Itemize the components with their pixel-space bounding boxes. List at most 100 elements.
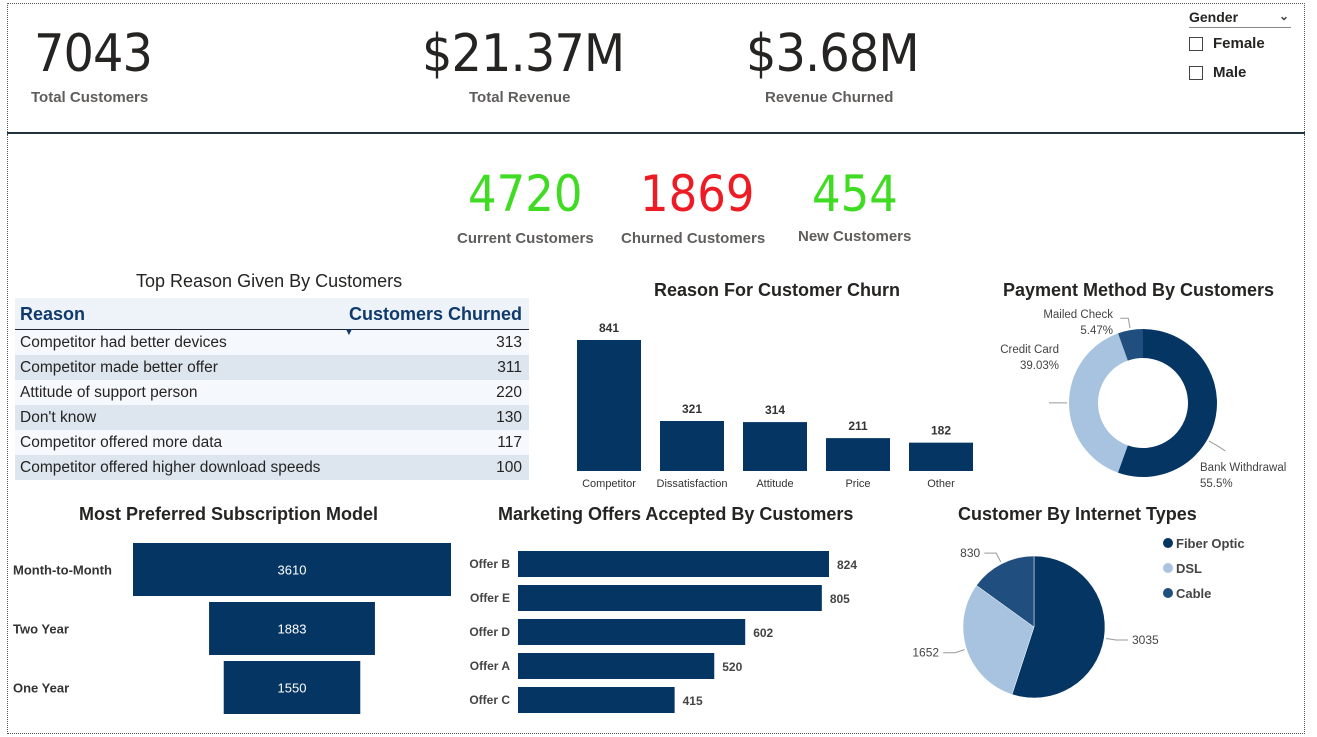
table-row: Competitor made better offer 311 [15, 355, 529, 380]
donut-slice-credit-card [1069, 333, 1128, 473]
slice-value-credit-card: 39.03% [1020, 360, 1059, 372]
category-label-offer-e: Offer E [470, 591, 510, 605]
bar-offer-b [518, 551, 829, 577]
churned-cell: 311 [337, 355, 529, 380]
total-customers-label: Total Customers [31, 89, 149, 106]
male-checkbox[interactable] [1189, 65, 1203, 80]
slice-label-credit-card: Credit Card [1000, 344, 1059, 356]
offers-bar-chart: Offer B 824 Offer E 805 Offer D 602 Offer A 520… [469, 551, 857, 713]
chevron-down-icon[interactable]: ⌄ [1279, 9, 1289, 23]
internet-chart-title: Customer By Internet Types [958, 504, 1197, 524]
legend-marker-dsl [1163, 563, 1173, 573]
top-reason-table: Reason Customers Churned ▼ Competitor ha… [15, 298, 529, 480]
churned-cell: 130 [337, 405, 529, 430]
legend-label-dsl: DSL [1176, 561, 1202, 576]
reason-cell: Competitor offered higher download speed… [15, 455, 338, 480]
table-row: Competitor offered higher download speed… [15, 455, 529, 480]
reason-cell: Don't know [15, 405, 338, 430]
churned-customers-label: Churned Customers [621, 230, 766, 247]
leader-line-dsl [943, 649, 965, 654]
bar-offer-d [518, 619, 746, 645]
female-option-label: Female [1213, 35, 1265, 52]
churn-reason-bar-chart: 841 Competitor 321 Dissatisfaction 314 Attitu… [577, 321, 973, 490]
top-reason-title: Top Reason Given By Customers [136, 271, 403, 291]
funnel-label-one-year: One Year [13, 681, 69, 696]
leader-line-fiber-optic [1106, 637, 1128, 641]
data-label-offer-e: 805 [830, 592, 850, 606]
table-row: Competitor offered more data 117 [15, 430, 529, 455]
reason-cell: Competitor had better devices [15, 329, 338, 355]
gender-slicer-header[interactable]: Gender ⌄ [1189, 9, 1291, 28]
slice-value-dsl: 1652 [912, 646, 939, 660]
churned-cell: 117 [337, 430, 529, 455]
legend-marker-cable [1163, 588, 1173, 598]
table-row: Competitor had better devices 313 [15, 329, 529, 355]
data-label-offer-b: 824 [837, 558, 857, 572]
bar-price [826, 438, 890, 471]
data-label-attitude: 314 [765, 403, 785, 417]
slice-label-mailed-check: Mailed Check [1043, 309, 1113, 321]
revenue-churned-label: Revenue Churned [765, 89, 894, 106]
payment-method-donut-chart: Bank Withdrawal 55.5% Credit Card 39.03% Mai… [1000, 309, 1286, 490]
funnel-label-month-to-month: Month-to-Month [13, 563, 112, 578]
data-label-competitor: 841 [599, 321, 619, 335]
slice-value-mailed-check: 5.47% [1080, 325, 1113, 337]
category-label-attitude: Attitude [756, 478, 793, 490]
churned-cell: 313 [337, 329, 529, 355]
category-label-offer-c: Offer C [469, 693, 510, 707]
data-label-other: 182 [931, 424, 951, 438]
gender-option-female[interactable]: Female [1189, 35, 1265, 52]
data-label-price: 211 [848, 419, 868, 433]
category-label-dissatisfaction: Dissatisfaction [657, 478, 728, 490]
slice-value-fiber-optic: 3035 [1132, 633, 1159, 647]
category-label-competitor: Competitor [582, 478, 636, 490]
offers-chart-title: Marketing Offers Accepted By Customers [498, 504, 854, 524]
table-row: Don't know 130 [15, 405, 529, 430]
gender-slicer-title: Gender [1189, 9, 1239, 25]
churned-cell: 100 [337, 455, 529, 480]
total-customers-value: 7043 [34, 24, 153, 84]
current-customers-value: 4720 [468, 165, 583, 223]
category-label-offer-d: Offer D [469, 625, 510, 639]
legend-label-cable: Cable [1176, 586, 1211, 601]
churn-reason-chart-title: Reason For Customer Churn [654, 280, 901, 300]
bar-attitude [743, 422, 807, 471]
legend-label-fiber-optic: Fiber Optic [1176, 536, 1245, 551]
leader-line-cable [984, 552, 1002, 563]
table-row: Attitude of support person 220 [15, 380, 529, 405]
data-label-dissatisfaction: 321 [682, 402, 702, 416]
category-label-other: Other [927, 478, 955, 490]
bar-offer-c [518, 687, 675, 713]
churned-column-header[interactable]: Customers Churned ▼ [337, 298, 529, 338]
payment-method-chart-title: Payment Method By Customers [1003, 280, 1275, 300]
new-customers-label: New Customers [798, 228, 912, 245]
reason-cell: Competitor made better offer [15, 355, 338, 380]
current-customers-label: Current Customers [457, 230, 594, 247]
gender-option-male[interactable]: Male [1189, 64, 1246, 81]
data-label-offer-d: 602 [753, 626, 773, 640]
kpi-panel [7, 3, 1305, 132]
female-checkbox[interactable] [1189, 36, 1203, 51]
reason-cell: Competitor offered more data [15, 430, 338, 455]
slice-label-bank-withdrawal: Bank Withdrawal [1200, 462, 1286, 474]
category-label-price: Price [845, 478, 870, 490]
bar-offer-a [518, 653, 715, 679]
revenue-churned-value: $3.68M [746, 24, 920, 84]
churned-cell: 220 [337, 380, 529, 405]
leader-line-bank-withdrawal [1208, 440, 1226, 452]
reason-column-header[interactable]: Reason [15, 298, 338, 330]
subscription-funnel-chart: 3610 Month-to-Month 1883 Two Year 1550 One Ye… [13, 543, 451, 714]
funnel-label-two-year: Two Year [13, 622, 69, 637]
slice-value-cable: 830 [960, 546, 980, 560]
subscription-chart-title: Most Preferred Subscription Model [79, 504, 379, 524]
bar-other [909, 442, 973, 471]
slice-value-bank-withdrawal: 55.5% [1200, 478, 1233, 490]
funnel-value-month-to-month: 3610 [278, 563, 307, 578]
data-label-offer-c: 415 [683, 694, 703, 708]
category-label-offer-a: Offer A [470, 659, 511, 673]
bar-offer-e [518, 585, 822, 611]
funnel-value-two-year: 1883 [278, 622, 307, 637]
total-revenue-value: $21.37M [422, 24, 625, 84]
leader-line-mailed-check [1120, 317, 1131, 329]
total-revenue-label: Total Revenue [469, 89, 571, 106]
